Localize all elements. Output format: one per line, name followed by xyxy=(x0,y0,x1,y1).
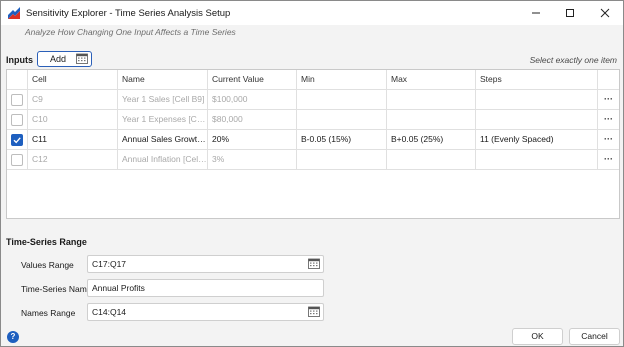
inputs-grid: Cell Name Current Value Min Max Steps C9… xyxy=(6,69,620,219)
selection-hint: Select exactly one item xyxy=(529,55,617,65)
row-cell-ref: C11 xyxy=(28,130,118,150)
column-header-name[interactable]: Name xyxy=(118,70,208,90)
row-max xyxy=(387,90,476,110)
column-header-current-value[interactable]: Current Value xyxy=(208,70,297,90)
table-row[interactable]: C10 Year 1 Expenses [Cell B10] $80,000 ·… xyxy=(7,110,619,130)
row-max xyxy=(387,110,476,130)
add-button-label: Add xyxy=(50,54,67,64)
row-min xyxy=(297,150,387,170)
names-range-input[interactable]: C14:Q14 xyxy=(87,303,324,321)
row-steps xyxy=(476,90,598,110)
row-current-value: $80,000 xyxy=(208,110,297,130)
row-more-button[interactable]: ··· xyxy=(598,110,619,130)
row-more-button[interactable]: ··· xyxy=(598,130,619,150)
row-checkbox-cell xyxy=(7,90,28,110)
time-series-name-value: Annual Profits xyxy=(92,283,145,293)
row-checkbox-cell xyxy=(7,150,28,170)
ok-button[interactable]: OK xyxy=(512,328,563,345)
row-min: B-0.05 (15%) xyxy=(297,130,387,150)
cancel-button[interactable]: Cancel xyxy=(569,328,620,345)
table-row[interactable]: C9 Year 1 Sales [Cell B9] $100,000 ··· xyxy=(7,90,619,110)
row-checkbox[interactable] xyxy=(11,154,23,166)
names-range-value: C14:Q14 xyxy=(92,307,127,317)
row-checkbox[interactable] xyxy=(11,114,23,126)
row-current-value: 20% xyxy=(208,130,297,150)
row-steps xyxy=(476,110,598,130)
header-checkbox-column xyxy=(7,70,28,90)
row-name: Annual Sales Growth [Cell B11] xyxy=(118,130,208,150)
values-range-label: Values Range xyxy=(21,260,74,270)
more-options-icon: ··· xyxy=(604,94,613,104)
row-steps xyxy=(476,150,598,170)
more-options-icon: ··· xyxy=(604,114,613,124)
minimize-icon xyxy=(532,12,540,14)
row-cell-ref: C10 xyxy=(28,110,118,130)
range-picker-icon[interactable] xyxy=(308,258,320,269)
row-max xyxy=(387,150,476,170)
more-options-icon: ··· xyxy=(604,134,613,144)
row-checkbox[interactable] xyxy=(11,94,23,106)
column-header-steps[interactable]: Steps xyxy=(476,70,598,90)
table-row[interactable]: C11 Annual Sales Growth [Cell B11] 20% B… xyxy=(7,130,619,150)
maximize-icon xyxy=(566,9,574,17)
add-input-button[interactable]: Add xyxy=(37,51,92,67)
column-header-min[interactable]: Min xyxy=(297,70,387,90)
maximize-button[interactable] xyxy=(553,1,587,25)
row-current-value: 3% xyxy=(208,150,297,170)
row-checkbox-cell xyxy=(7,130,28,150)
row-checkbox-cell xyxy=(7,110,28,130)
row-min xyxy=(297,110,387,130)
column-header-max[interactable]: Max xyxy=(387,70,476,90)
dialog-subtitle: Analyze How Changing One Input Affects a… xyxy=(25,27,236,37)
time-series-name-input[interactable]: Annual Profits xyxy=(87,279,324,297)
more-options-icon: ··· xyxy=(604,154,613,164)
range-picker-icon[interactable] xyxy=(308,306,320,317)
row-more-button[interactable]: ··· xyxy=(598,90,619,110)
inputs-section-label: Inputs xyxy=(6,55,33,65)
dialog-window: Sensitivity Explorer - Time Series Analy… xyxy=(0,0,624,347)
close-button[interactable] xyxy=(588,1,622,25)
app-logo-icon xyxy=(7,6,21,20)
row-name: Year 1 Expenses [Cell B10] xyxy=(118,110,208,130)
window-title: Sensitivity Explorer - Time Series Analy… xyxy=(26,8,231,19)
names-range-label: Names Range xyxy=(21,308,76,318)
row-checkbox[interactable] xyxy=(11,134,23,146)
minimize-button[interactable] xyxy=(519,1,553,25)
row-more-button[interactable]: ··· xyxy=(598,150,619,170)
row-name: Annual Inflation [Cell B12] xyxy=(118,150,208,170)
grid-header-row: Cell Name Current Value Min Max Steps xyxy=(7,70,619,90)
row-name: Year 1 Sales [Cell B9] xyxy=(118,90,208,110)
row-current-value: $100,000 xyxy=(208,90,297,110)
time-series-name-label: Time-Series Name xyxy=(21,284,92,294)
row-cell-ref: C9 xyxy=(28,90,118,110)
row-max: B+0.05 (25%) xyxy=(387,130,476,150)
column-header-actions xyxy=(598,70,619,90)
row-cell-ref: C12 xyxy=(28,150,118,170)
range-picker-icon xyxy=(76,53,88,64)
row-steps: 11 (Evenly Spaced) xyxy=(476,130,598,150)
close-icon xyxy=(600,8,610,18)
title-bar: Sensitivity Explorer - Time Series Analy… xyxy=(1,1,623,25)
checkmark-icon xyxy=(13,137,21,144)
help-icon[interactable]: ? xyxy=(7,331,19,343)
values-range-input[interactable]: C17:Q17 xyxy=(87,255,324,273)
time-series-section-label: Time-Series Range xyxy=(6,237,87,247)
table-row[interactable]: C12 Annual Inflation [Cell B12] 3% ··· xyxy=(7,150,619,170)
column-header-cell[interactable]: Cell xyxy=(28,70,118,90)
row-min xyxy=(297,90,387,110)
values-range-value: C17:Q17 xyxy=(92,259,127,269)
